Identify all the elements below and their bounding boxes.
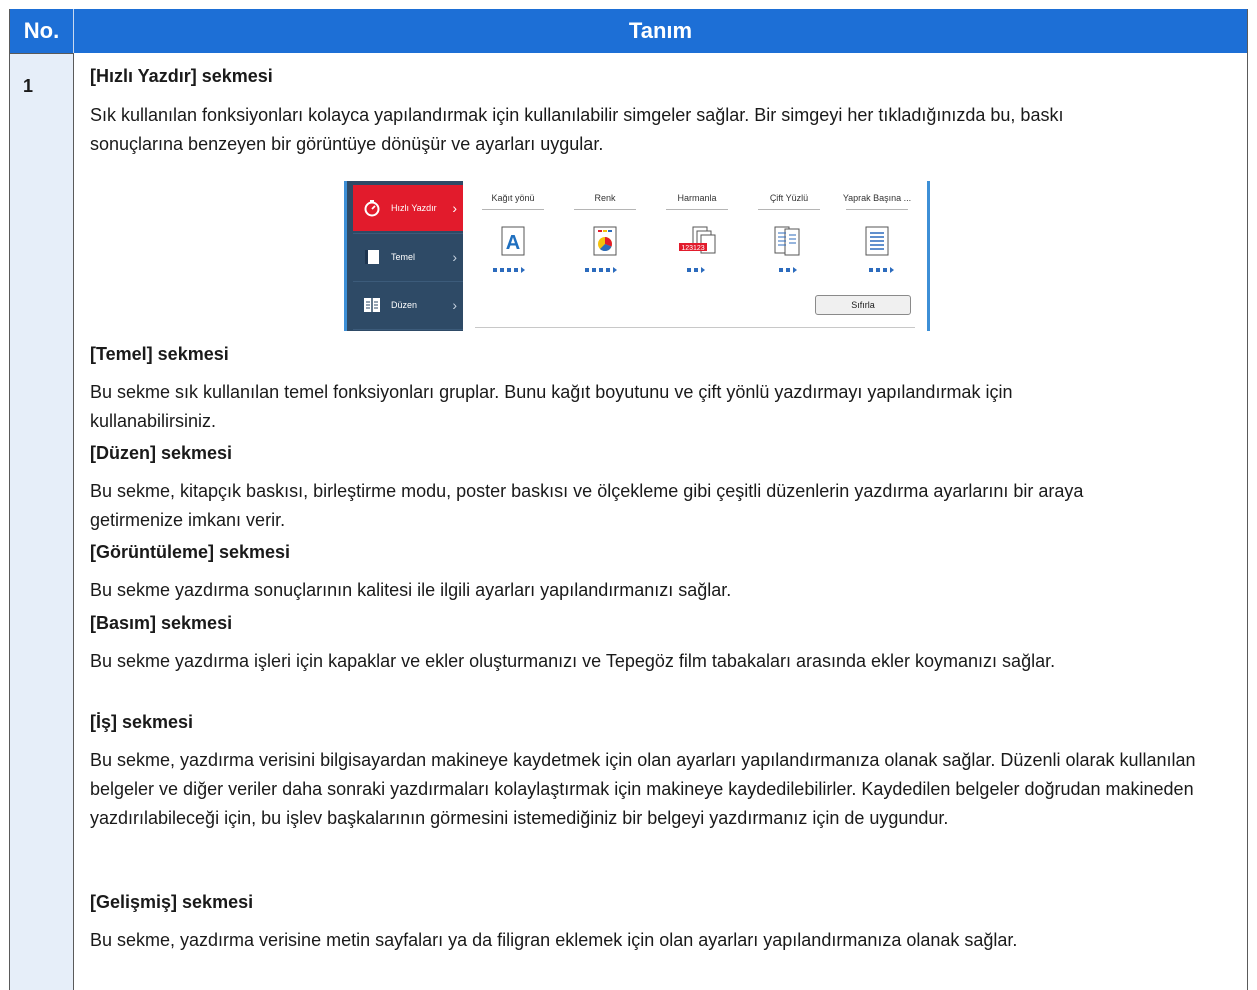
- sidebar-item-layout: Düzen ›: [353, 282, 463, 328]
- chevron-right-icon: ›: [452, 200, 457, 216]
- basic-title: [Temel] sekmesi: [90, 344, 229, 364]
- advanced-title: [Gelişmiş] sekmesi: [90, 892, 254, 912]
- page-icon: [363, 248, 381, 266]
- publishing-title: [Basım] sekmesi: [90, 613, 233, 633]
- portrait-page-icon: A: [501, 226, 525, 256]
- svg-text:123123: 123123: [681, 245, 704, 252]
- option-dots: [687, 267, 705, 273]
- screenshot-sidebar: Hızlı Yazdır › Temel › Düzen ›: [347, 181, 463, 331]
- header-no: No.: [10, 9, 74, 53]
- sidebar-label: Düzen: [391, 300, 418, 310]
- color-page-icon: [593, 226, 617, 256]
- option-dots: [779, 267, 797, 273]
- driver-screenshot: Hızlı Yazdır › Temel › Düzen › Kağıt yön…: [344, 181, 930, 331]
- quick-print-title: [Hızlı Yazdır] sekmesi: [90, 66, 273, 86]
- advanced-text: Bu sekme, yazdırma verisine metin sayfal…: [90, 930, 1018, 950]
- option-label: Kağıt yönü: [491, 193, 535, 203]
- option-label: Renk: [594, 193, 616, 203]
- sidebar-label: Hızlı Yazdır: [391, 203, 437, 213]
- option-dots: [869, 267, 894, 273]
- collate-icon: 123123: [679, 226, 716, 254]
- sidebar-label: Temel: [391, 252, 416, 262]
- imaging-text: Bu sekme yazdırma sonuçlarının kalitesi …: [90, 580, 732, 600]
- option-label: Yaprak Başına ...: [842, 193, 912, 203]
- layout-icon: [363, 296, 381, 314]
- layout-text: Bu sekme, kitapçık baskısı, birleştirme …: [90, 481, 1084, 530]
- publishing-text: Bu sekme yazdırma işleri için kapaklar v…: [90, 651, 1056, 671]
- chevron-right-icon: ›: [452, 297, 457, 313]
- layout-title: [Düzen] sekmesi: [90, 443, 233, 463]
- duplex-icon: [774, 226, 800, 256]
- stopwatch-icon: [363, 199, 381, 217]
- option-dots: [493, 267, 525, 273]
- number-column: 1: [10, 53, 74, 990]
- basic-text: Bu sekme sık kullanılan temel fonksiyonl…: [90, 382, 1013, 431]
- table-header: No. Tanım: [10, 9, 1247, 53]
- quick-print-text: Sık kullanılan fonksiyonları kolayca yap…: [90, 105, 1064, 154]
- option-dots: [585, 267, 617, 273]
- option-label: Çift Yüzlü: [769, 193, 809, 203]
- pages-per-sheet-icon: [865, 226, 889, 256]
- svg-text:A: A: [506, 232, 520, 254]
- row-number: 1: [23, 76, 34, 96]
- sidebar-item-basic: Temel ›: [353, 234, 463, 280]
- chevron-right-icon: ›: [452, 249, 457, 265]
- option-label: Harmanla: [677, 193, 717, 203]
- reset-button: Sıfırla: [815, 295, 911, 315]
- imaging-title: [Görüntüleme] sekmesi: [90, 542, 291, 562]
- screenshot-options: Kağıt yönü A Renk Harmanla 123123 Çift Y…: [465, 181, 927, 331]
- job-title: [İş] sekmesi: [90, 712, 194, 732]
- job-text: Bu sekme, yazdırma verisini bilgisayarda…: [90, 750, 1196, 828]
- header-description: Tanım: [628, 18, 693, 43]
- sidebar-item-quick-print: Hızlı Yazdır ›: [353, 185, 463, 231]
